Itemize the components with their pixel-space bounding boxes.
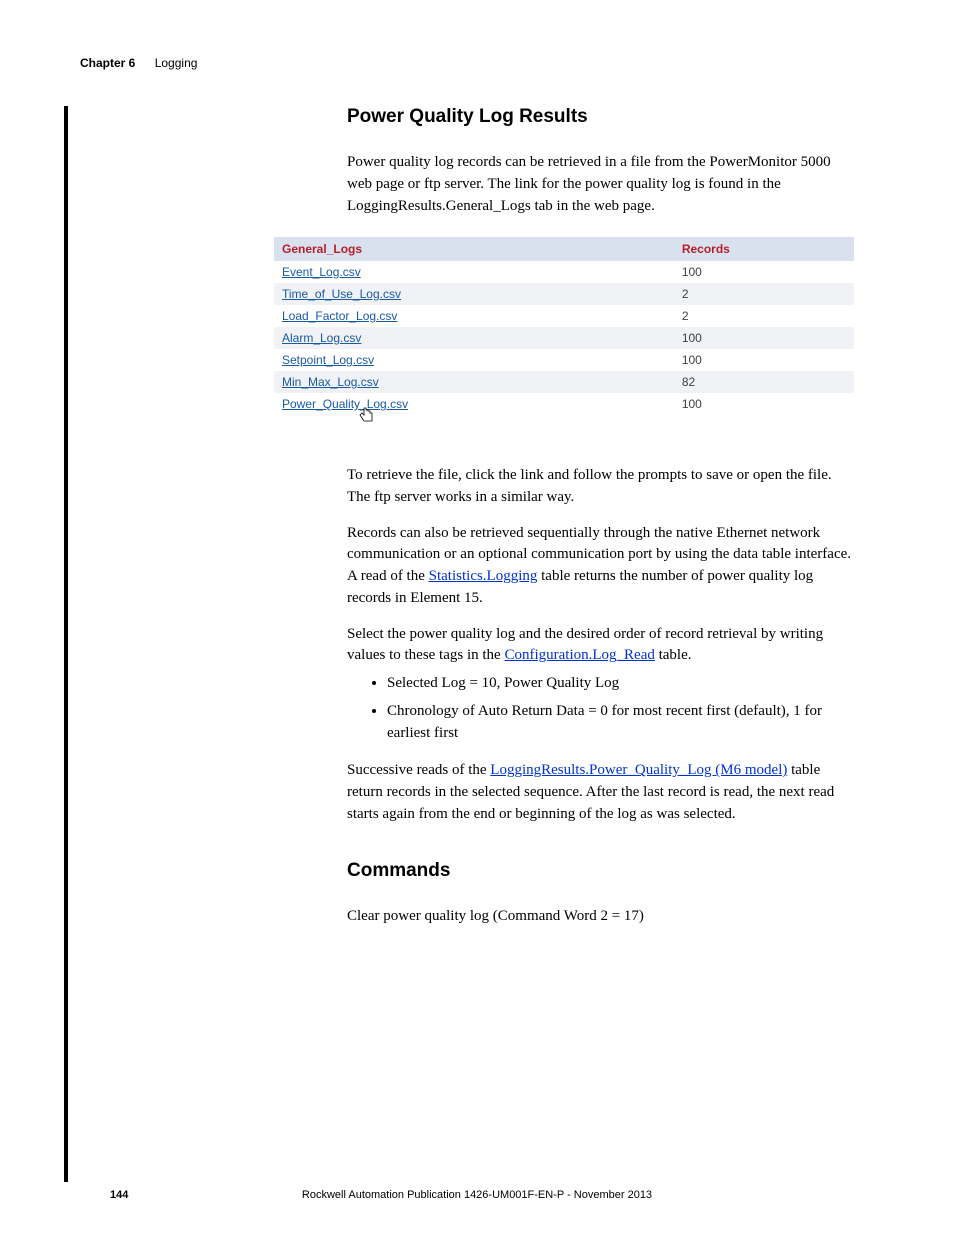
table-row: Time_of_Use_Log.csv 2 — [274, 283, 854, 305]
records-value: 100 — [674, 393, 854, 415]
content-upper: Power Quality Log Results Power quality … — [347, 106, 857, 231]
table-row: Min_Max_Log.csv 82 — [274, 371, 854, 393]
content-lower: To retrieve the file, click the link and… — [347, 465, 857, 941]
log-link[interactable]: Load_Factor_Log.csv — [282, 309, 397, 323]
table-row: Load_Factor_Log.csv 2 — [274, 305, 854, 327]
table-row: Power_Quality_Log.csv 100 — [274, 393, 854, 415]
statistics-logging-link[interactable]: Statistics.Logging — [429, 568, 538, 584]
paragraph: To retrieve the file, click the link and… — [347, 465, 857, 509]
log-link[interactable]: Alarm_Log.csv — [282, 331, 361, 345]
page-header: Chapter 6 Logging — [80, 56, 197, 70]
log-link[interactable]: Time_of_Use_Log.csv — [282, 287, 401, 301]
records-value: 82 — [674, 371, 854, 393]
log-link[interactable]: Setpoint_Log.csv — [282, 353, 374, 367]
list-item: Chronology of Auto Return Data = 0 for m… — [387, 701, 857, 745]
paragraph: Select the power quality log and the des… — [347, 624, 857, 668]
log-link[interactable]: Event_Log.csv — [282, 265, 361, 279]
table-row: Event_Log.csv 100 — [274, 261, 854, 283]
configuration-log-read-link[interactable]: Configuration.Log_Read — [504, 647, 654, 663]
paragraph: Power quality log records can be retriev… — [347, 152, 857, 217]
records-value: 2 — [674, 283, 854, 305]
page-footer: Rockwell Automation Publication 1426-UM0… — [0, 1189, 954, 1201]
log-link[interactable]: Power_Quality_Log.csv — [282, 397, 408, 411]
records-value: 2 — [674, 305, 854, 327]
log-link[interactable]: Min_Max_Log.csv — [282, 375, 379, 389]
paragraph: Clear power quality log (Command Word 2 … — [347, 906, 857, 928]
logging-results-link[interactable]: LoggingResults.Power_Quality_Log (M6 mod… — [490, 762, 787, 778]
table-header-general-logs: General_Logs — [274, 237, 674, 261]
vertical-rule — [64, 106, 68, 1182]
bullet-list: Selected Log = 10, Power Quality Log Chr… — [347, 673, 857, 744]
paragraph: Successive reads of the LoggingResults.P… — [347, 760, 857, 825]
chapter-title: Logging — [155, 56, 198, 70]
table-header-records: Records — [674, 237, 854, 261]
table-row: Alarm_Log.csv 100 — [274, 327, 854, 349]
records-value: 100 — [674, 261, 854, 283]
general-logs-table: General_Logs Records Event_Log.csv 100 T… — [274, 237, 854, 415]
records-value: 100 — [674, 349, 854, 371]
list-item: Selected Log = 10, Power Quality Log — [387, 673, 857, 695]
section-title-commands: Commands — [347, 860, 857, 882]
records-value: 100 — [674, 327, 854, 349]
paragraph: Records can also be retrieved sequential… — [347, 523, 857, 610]
chapter-label: Chapter 6 — [80, 56, 135, 70]
table-row: Setpoint_Log.csv 100 — [274, 349, 854, 371]
section-title-power-quality: Power Quality Log Results — [347, 106, 857, 128]
